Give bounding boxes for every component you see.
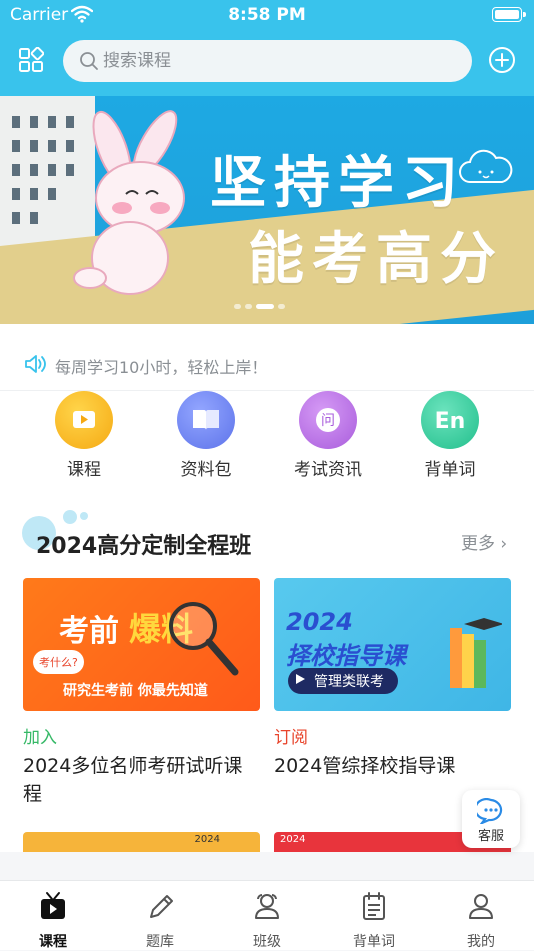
category-grid-icon[interactable]: [18, 47, 44, 73]
magnifier-icon: [169, 602, 239, 676]
thumb-headline-b: 择校指导课: [286, 642, 406, 670]
thumb-subline: 研究生考前 你最先知道: [63, 683, 208, 699]
tab-label: 题库: [146, 934, 174, 950]
video-icon: [55, 391, 113, 449]
course-thumbnail: 考前 爆料 考什么? 研究生考前 你最先知道: [23, 578, 260, 711]
chevron-right-icon: ›: [495, 534, 508, 554]
tab-label: 我的: [467, 934, 495, 950]
thumb-headline-a: 考前: [59, 614, 119, 649]
tv-icon: [41, 892, 65, 919]
quick-link-vocabulary[interactable]: En 背单词: [405, 391, 495, 480]
top-bar: Carrier 8:58 PM: [0, 0, 534, 96]
quick-link-label: 背单词: [424, 460, 476, 480]
section-title: 2024高分定制全程班: [36, 534, 252, 559]
question-icon: 问: [299, 391, 357, 449]
pagination-dot[interactable]: [245, 304, 252, 309]
tab-courses[interactable]: 课程: [0, 889, 106, 951]
tab-mine[interactable]: 我的: [428, 889, 534, 951]
customer-service-button[interactable]: 客服: [462, 790, 520, 848]
pencil-icon: [150, 895, 173, 918]
course-name: 2024管综择校指导课: [274, 755, 456, 777]
pagination-dot-active[interactable]: [256, 304, 274, 309]
speaker-icon: [25, 355, 46, 373]
cloud-icon: [459, 149, 513, 183]
banner-slogan-line1: 坚持学习: [210, 151, 466, 216]
search-bar[interactable]: [63, 40, 472, 82]
quick-link-exam-news[interactable]: 问 考试资讯: [283, 391, 373, 480]
tab-label: 班级: [253, 934, 281, 950]
search-input[interactable]: [103, 40, 453, 82]
partial-card-label: 2024: [280, 834, 306, 845]
tab-bar: 课程 题库 班级 背单词 我的: [0, 880, 534, 950]
course-name: 2024多位名师考研试听课程: [23, 755, 243, 805]
notice-bar[interactable]: 每周学习10小时，轻松上岸！: [0, 324, 534, 390]
quick-link-label: 课程: [67, 460, 101, 480]
quick-link-courses[interactable]: 课程: [39, 391, 129, 480]
chat-icon: [477, 798, 503, 824]
battery-icon: [492, 7, 526, 22]
pagination-dot[interactable]: [234, 304, 241, 309]
more-label: 更多: [461, 534, 495, 554]
course-section: 2024高分定制全程班 更多 › 考前 爆料 考什么? 研究生考前 你最先知道 …: [0, 490, 534, 852]
svg-text:En: En: [435, 409, 466, 434]
quick-link-materials[interactable]: 资料包: [161, 391, 251, 480]
quick-link-label: 资料包: [180, 460, 232, 480]
course-card-partial[interactable]: 2024: [23, 832, 260, 852]
tab-class[interactable]: 班级: [214, 889, 320, 951]
calendar-icon: [363, 892, 385, 920]
thumb-badge: 考什么?: [33, 650, 84, 674]
decor-bubble: [80, 512, 88, 520]
english-icon: En: [421, 391, 479, 449]
course-tag: 加入: [23, 728, 57, 748]
clock: 8:58 PM: [228, 5, 306, 25]
tab-vocabulary[interactable]: 背单词: [321, 889, 427, 951]
promo-banner[interactable]: 坚持学习 能考高分: [0, 96, 534, 324]
course-thumbnail: 2024 择校指导课 管理类联考: [274, 578, 511, 711]
bunny-illustration: [73, 110, 185, 295]
banner-slogan-line2: 能考高分: [248, 227, 504, 292]
tab-label: 课程: [39, 934, 67, 950]
play-icon: [296, 674, 305, 684]
more-link[interactable]: 更多 ›: [461, 529, 507, 554]
tab-label: 背单词: [353, 934, 395, 950]
books-icon: [450, 618, 502, 688]
tab-question-bank[interactable]: 题库: [107, 889, 213, 951]
decor-bubble: [63, 510, 77, 524]
notice-text: 每周学习10小时，轻松上岸！: [55, 358, 268, 377]
quick-link-label: 考试资讯: [294, 460, 362, 480]
partial-card-label: 2024: [194, 834, 220, 845]
banner-pagination: [234, 304, 289, 310]
status-bar: Carrier 8:58 PM: [0, 0, 534, 32]
search-icon: [80, 52, 98, 70]
add-button[interactable]: [488, 46, 516, 74]
course-card[interactable]: 考前 爆料 考什么? 研究生考前 你最先知道 加入 2024多位名师考研试听课程: [23, 578, 260, 808]
thumb-headline-a: 2024: [286, 608, 353, 636]
group-icon: [255, 894, 279, 919]
book-icon: [177, 391, 235, 449]
quick-links: 课程 资料包 问 考试资讯 En 背单词: [0, 390, 534, 490]
pagination-dot[interactable]: [278, 304, 285, 309]
customer-service-label: 客服: [477, 829, 504, 844]
course-card[interactable]: 2024 择校指导课 管理类联考 订阅 2024管综择校指导课: [274, 578, 511, 780]
svg-text:问: 问: [321, 413, 335, 429]
course-tag: 订阅: [274, 728, 308, 748]
user-icon: [469, 894, 493, 919]
